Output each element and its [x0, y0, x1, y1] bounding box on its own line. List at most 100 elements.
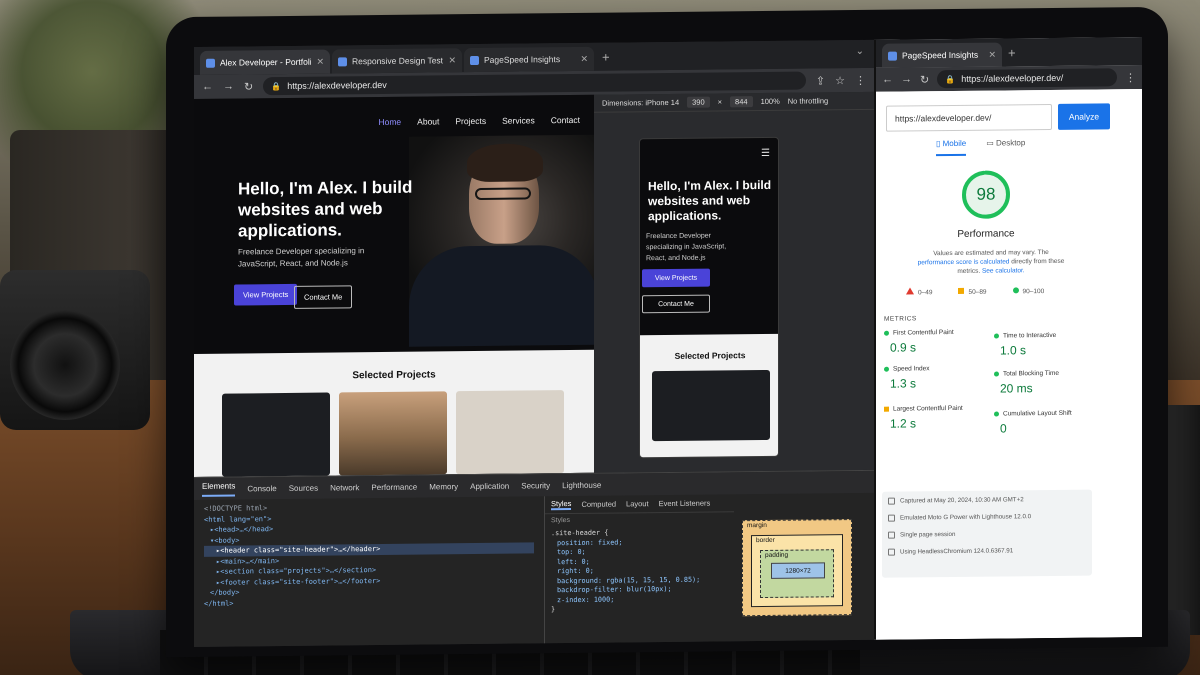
nav-projects[interactable]: Projects [455, 116, 486, 126]
tab-portfolio[interactable]: Alex Developer - Portfolio ✕ [200, 49, 330, 75]
more-icon[interactable]: ⋮ [855, 73, 866, 86]
nav-about[interactable]: About [417, 116, 439, 126]
tab-network[interactable]: Network [330, 483, 359, 492]
back-icon[interactable]: ← [882, 74, 893, 86]
analyze-button[interactable]: Analyze [1058, 103, 1110, 130]
nav-home[interactable]: Home [378, 117, 401, 127]
metrics-heading: METRICS [884, 315, 917, 323]
info-chromium: Using HeadlessChromium 124.0.6367.91 [888, 547, 1086, 556]
square-icon [958, 287, 965, 294]
info-session: Single page session [888, 530, 1086, 539]
css-rule: .site-header { position: fixed; top: 0; … [545, 525, 734, 616]
view-projects-button[interactable]: View Projects [234, 283, 298, 306]
height-input[interactable]: 844 [730, 96, 753, 108]
box-margin[interactable]: margin border padding 1280×72 [742, 519, 852, 617]
tab-title: PageSpeed Insights [902, 49, 979, 61]
tab-pagespeed[interactable]: PageSpeed Insights ✕ [464, 46, 594, 73]
desktop-site-view: Home About Projects Services Contact Hel… [194, 94, 594, 477]
zoom-select[interactable]: 100% [761, 97, 780, 106]
chevron-down-icon[interactable]: ⌄ [856, 46, 864, 57]
tab-desktop[interactable]: ▭ Desktop [986, 138, 1025, 155]
new-tab-icon[interactable]: + [602, 49, 610, 64]
metric-value: 20 ms [1000, 381, 1033, 396]
tab-memory[interactable]: Memory [429, 482, 458, 491]
box-border[interactable]: border padding 1280×72 [751, 534, 843, 608]
page-content: Home About Projects Services Contact Hel… [194, 91, 874, 647]
hero-subtitle: Freelance Developer specializing in Java… [238, 246, 365, 269]
forward-icon[interactable]: → [223, 81, 234, 93]
new-tab-icon[interactable]: + [1008, 45, 1016, 60]
tab-performance[interactable]: Performance [371, 482, 417, 491]
reload-icon[interactable]: ↻ [920, 73, 929, 86]
tab-styles[interactable]: Styles [551, 499, 572, 511]
score-calculated-link[interactable]: performance score is calculated [918, 258, 1010, 266]
tab-application[interactable]: Application [470, 481, 509, 490]
tab-sources[interactable]: Sources [289, 483, 318, 492]
box-content[interactable]: 1280×72 [771, 562, 825, 579]
tab-layout[interactable]: Layout [626, 499, 649, 508]
psi-url-input[interactable]: https://alexdeveloper.dev/ [886, 103, 1052, 132]
close-icon[interactable]: ✕ [316, 56, 324, 67]
laptop: Alex Developer - Portfolio ✕ Responsive … [166, 6, 1168, 658]
forward-icon[interactable]: → [901, 73, 912, 85]
psi-toolbar: ← → ↻ 🔒 https://alexdeveloper.dev/ ⋮ [876, 65, 1142, 92]
box-padding[interactable]: padding 1280×72 [760, 549, 834, 599]
info-emulated: Emulated Moto G Power with Lighthouse 12… [888, 513, 1086, 522]
back-icon[interactable]: ← [202, 81, 213, 93]
tab-console[interactable]: Console [247, 484, 276, 493]
throttling-select[interactable]: No throttling [788, 96, 828, 105]
project-card[interactable] [222, 392, 330, 477]
projects-title: Selected Projects [352, 369, 436, 382]
hamburger-menu-icon[interactable]: ☰ [761, 148, 770, 159]
device-icon [888, 514, 895, 522]
tab-mobile[interactable]: ▯ Mobile [936, 138, 967, 157]
mobile-preview: ☰ Hello, I'm Alex. I build websites and … [639, 136, 779, 459]
nav-contact[interactable]: Contact [551, 115, 580, 125]
dom-line[interactable]: </html> [204, 595, 534, 609]
favicon-icon [206, 58, 215, 68]
url-text: https://alexdeveloper.dev/ [961, 72, 1064, 84]
metric-tti: Time to Interactive 1.0 s [994, 331, 1104, 358]
mobile-project-card[interactable] [652, 369, 770, 442]
css-close: } [551, 605, 556, 614]
more-icon[interactable]: ⋮ [1125, 71, 1136, 84]
mobile-contact-me-button[interactable]: Contact Me [642, 294, 710, 314]
close-icon[interactable]: ✕ [988, 49, 996, 60]
star-icon[interactable]: ☆ [835, 74, 845, 87]
margin-label: margin [747, 521, 767, 530]
tab-elements[interactable]: Elements [202, 481, 236, 497]
good-dot-icon [884, 366, 889, 372]
url-text: https://alexdeveloper.dev [287, 79, 387, 91]
tab-lighthouse[interactable]: Lighthouse [562, 480, 601, 489]
contact-me-button[interactable]: Contact Me [294, 285, 353, 309]
tab-responsive-test[interactable]: Responsive Design Test - Mobile ✕ [332, 48, 462, 74]
close-icon[interactable]: ✕ [448, 55, 456, 66]
nav-services[interactable]: Services [502, 115, 535, 125]
mobile-hero-subtitle: Freelance Developer specializing in Java… [646, 232, 727, 263]
close-icon[interactable]: ✕ [580, 53, 588, 64]
address-bar[interactable]: 🔒 https://alexdeveloper.dev [263, 71, 806, 96]
tab-pagespeed-insights[interactable]: PageSpeed Insights ✕ [882, 42, 1002, 68]
psi-address-bar[interactable]: 🔒 https://alexdeveloper.dev/ [937, 68, 1117, 89]
device-dimensions-select[interactable]: Dimensions: iPhone 14 [602, 98, 679, 108]
see-calculator-link[interactable]: See calculator. [982, 267, 1025, 274]
session-icon [888, 531, 895, 539]
padding-label: padding [765, 551, 789, 559]
width-input[interactable]: 390 [687, 96, 710, 108]
metric-value: 0 [1000, 421, 1007, 436]
tab-security[interactable]: Security [521, 481, 550, 490]
favicon-icon [888, 51, 897, 61]
mobile-view-projects-button[interactable]: View Projects [642, 268, 710, 288]
project-card[interactable] [456, 390, 564, 475]
reload-icon[interactable]: ↻ [244, 80, 253, 93]
project-card[interactable] [339, 391, 447, 476]
tab-title: PageSpeed Insights [484, 54, 561, 65]
tab-title: Alex Developer - Portfolio [220, 56, 312, 68]
tab-computed[interactable]: Computed [581, 500, 616, 509]
tab-event-listeners[interactable]: Event Listeners [659, 499, 711, 509]
metric-fcp: First Contentful Paint 0.9 s [884, 329, 994, 355]
metric-value: 1.3 s [890, 376, 917, 391]
note-line1: Values are estimated and may vary. The [933, 249, 1049, 258]
share-icon[interactable]: ⇪ [816, 74, 825, 87]
styles-pane: Styles Computed Layout Event Listeners S… [544, 494, 734, 645]
